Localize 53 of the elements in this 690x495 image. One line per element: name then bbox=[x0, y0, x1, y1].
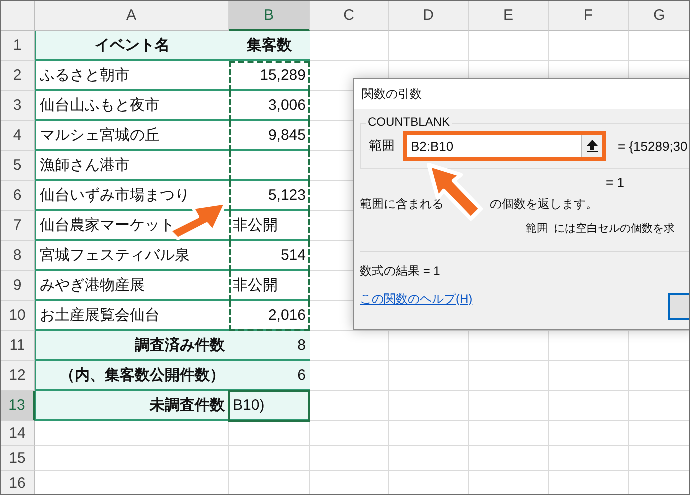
table-cell: 8 bbox=[229, 331, 310, 361]
argument-label: 範囲 bbox=[369, 137, 395, 155]
function-name: COUNTBLANK bbox=[366, 115, 452, 129]
result-preview: = 1 bbox=[606, 174, 624, 190]
row-header[interactable]: 12 bbox=[1, 361, 35, 391]
row-header[interactable]: 16 bbox=[1, 471, 35, 494]
row-header[interactable]: 4 bbox=[1, 121, 35, 151]
description-text: の個数を返します。 bbox=[490, 196, 598, 212]
column-header[interactable]: F bbox=[549, 1, 629, 31]
row-header[interactable]: 11 bbox=[1, 331, 35, 361]
up-arrow-icon bbox=[586, 140, 598, 152]
row-header[interactable]: 9 bbox=[1, 271, 35, 301]
row-header[interactable]: 13 bbox=[1, 391, 35, 421]
table-cell: 調査済み件数 bbox=[35, 331, 229, 361]
table-cell: 漁師さん港市 bbox=[35, 151, 229, 181]
table-cell: みやぎ港物産展 bbox=[35, 271, 229, 301]
formula-result: 数式の結果 = 1 bbox=[360, 262, 440, 280]
argument-preview: = {15289;30 bbox=[618, 138, 688, 154]
row-header[interactable]: 3 bbox=[1, 91, 35, 121]
table-cell: イベント名 bbox=[35, 31, 229, 61]
table-cell: 未調査件数 bbox=[35, 391, 229, 421]
row-header[interactable]: 7 bbox=[1, 211, 35, 241]
table-cell: マルシェ宮城の丘 bbox=[35, 121, 229, 151]
collapse-button[interactable] bbox=[581, 135, 602, 157]
row-header[interactable]: 10 bbox=[1, 301, 35, 331]
table-cell: 集客数 bbox=[229, 31, 310, 61]
table-cell: 仙台山ふもと夜市 bbox=[35, 91, 229, 121]
row-header[interactable]: 1 bbox=[1, 31, 35, 61]
column-header[interactable]: C bbox=[310, 1, 389, 31]
row-header[interactable]: 14 bbox=[1, 421, 35, 446]
row-header[interactable]: 5 bbox=[1, 151, 35, 181]
column-header[interactable]: G bbox=[629, 1, 689, 31]
column-header[interactable]: D bbox=[389, 1, 469, 31]
table-cell: 宮城フェスティバル泉 bbox=[35, 241, 229, 271]
table-cell: B10) bbox=[229, 391, 310, 421]
table-cell: お土産展覧会仙台 bbox=[35, 301, 229, 331]
description-text: 範囲に含まれる bbox=[360, 196, 444, 212]
column-header[interactable]: E bbox=[469, 1, 549, 31]
row-header[interactable]: 8 bbox=[1, 241, 35, 271]
dialog-title: 関数の引数 bbox=[362, 86, 422, 102]
argument-field[interactable]: B2:B10 bbox=[403, 131, 606, 161]
help-link[interactable]: この関数のヘルプ(H) bbox=[360, 290, 473, 308]
column-header[interactable]: A bbox=[35, 1, 229, 31]
table-cell: 6 bbox=[229, 361, 310, 391]
row-header[interactable]: 6 bbox=[1, 181, 35, 211]
table-cell: （内、集客数公開件数） bbox=[35, 361, 229, 391]
row-header[interactable]: 15 bbox=[1, 446, 35, 471]
row-header[interactable]: 2 bbox=[1, 61, 35, 91]
argument-help-label: 範囲 bbox=[526, 222, 548, 236]
column-header[interactable]: B bbox=[229, 1, 310, 31]
argument-help-text: には空白セルの個数を求 bbox=[554, 222, 675, 236]
table-cell: 仙台いずみ市場まつり bbox=[35, 181, 229, 211]
table-cell: ふるさと朝市 bbox=[35, 61, 229, 91]
